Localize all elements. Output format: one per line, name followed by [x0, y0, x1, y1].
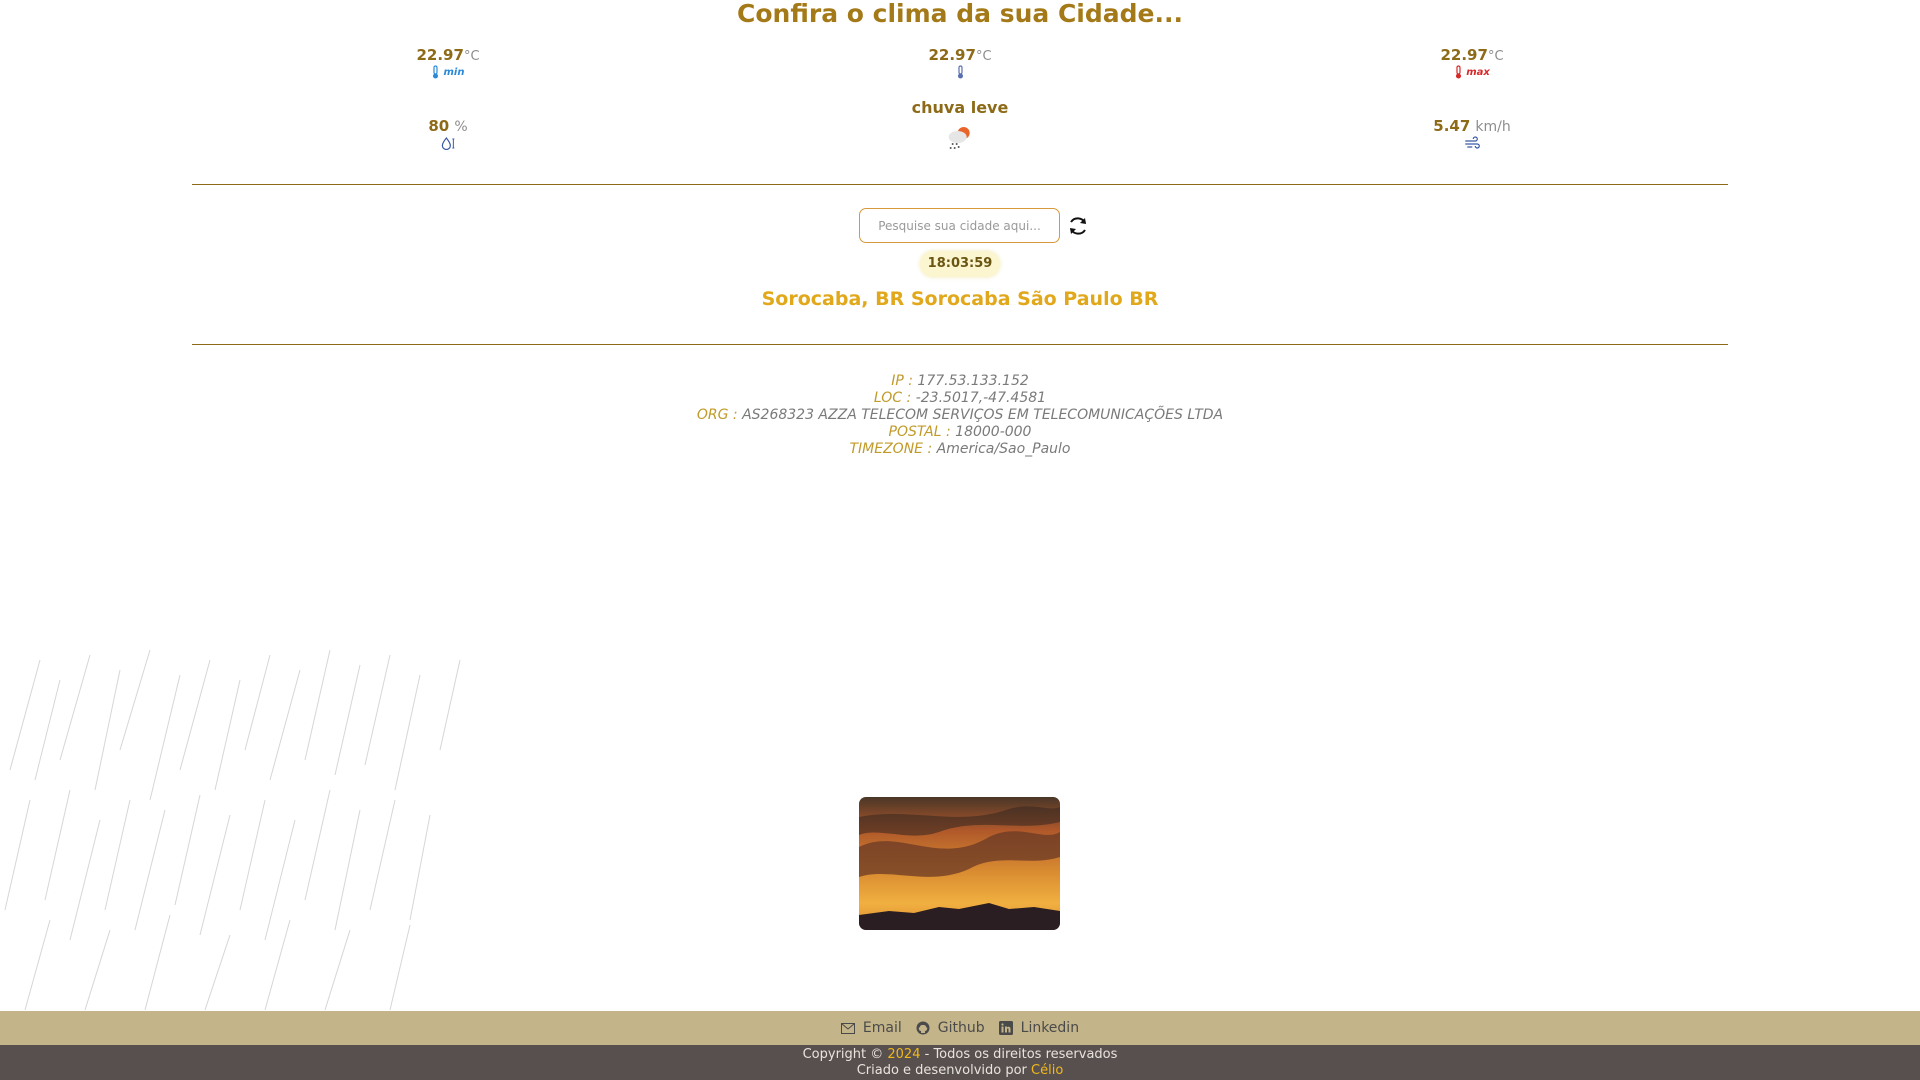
thermometer-icon: [433, 65, 439, 79]
copyright-year: 2024: [887, 1047, 921, 1062]
search-bar: [859, 208, 1092, 243]
linkedin-label: Linkedin: [1020, 1020, 1080, 1036]
wind-unit: km/h: [1475, 119, 1511, 135]
humidity-icon: [441, 137, 454, 150]
refresh-button[interactable]: [1064, 212, 1092, 240]
humidity-value: 80: [428, 117, 450, 135]
footer-links: Email Github Linkedin: [0, 1011, 1920, 1045]
temp-max-block: 22.97°C max: [1440, 45, 1504, 79]
refresh-icon: [1070, 216, 1086, 235]
org-label: ORG :: [696, 407, 738, 423]
divider-bottom: [192, 344, 1728, 345]
ip-label: IP :: [891, 373, 913, 389]
linkedin-link[interactable]: Linkedin: [998, 1020, 1080, 1036]
loc-label: LOC :: [873, 390, 912, 406]
ip-info: IP : 177.53.133.152 LOC : -23.5017,-47.4…: [0, 373, 1920, 458]
temp-current-value: 22.97: [928, 46, 976, 64]
temp-min-unit: °C: [463, 49, 480, 64]
light-rain-icon: [949, 127, 970, 149]
sunset-image: [859, 797, 1060, 930]
temp-max-value: 22.97: [1440, 46, 1488, 64]
temp-min-tag: min: [443, 66, 465, 78]
copyright-suffix: - Todos os direitos reservados: [924, 1047, 1118, 1062]
postal-value: 18000-000: [955, 424, 1032, 440]
copyright-prefix: Copyright ©: [802, 1047, 884, 1062]
credit-prefix: Criado e desenvolvido por: [856, 1063, 1027, 1078]
ip-value: 177.53.133.152: [917, 373, 1029, 389]
temp-current-unit: °C: [975, 49, 992, 64]
timezone-value: America/Sao_Paulo: [936, 441, 1071, 457]
ip-info-row: TIMEZONE : America/Sao_Paulo: [0, 441, 1920, 458]
temp-current-block: 22.97°C: [928, 45, 992, 79]
temp-max-unit: °C: [1487, 49, 1504, 64]
credit-line: Criado e desenvolvido por Célio: [0, 1063, 1920, 1079]
footer-copyright: Copyright © 2024 - Todos os direitos res…: [0, 1045, 1920, 1080]
email-link[interactable]: Email: [840, 1020, 902, 1036]
page-title: Confira o clima da sua Cidade...: [737, 0, 1183, 28]
loc-value: -23.5017,-47.4581: [915, 390, 1047, 406]
org-value: AS268323 AZZA TELECOM SERVIÇOS EM TELECO…: [742, 407, 1224, 423]
rain-background: [4, 650, 461, 1010]
thermometer-icon: [1455, 65, 1461, 79]
ip-info-row: ORG : AS268323 AZZA TELECOM SERVIÇOS EM …: [0, 407, 1920, 424]
temp-min-block: 22.97°C min: [416, 45, 480, 79]
postal-label: POSTAL :: [888, 424, 951, 440]
weather-description: chuva leve: [911, 98, 1009, 117]
search-input[interactable]: [859, 208, 1060, 243]
divider-top: [192, 184, 1728, 185]
location-label: Sorocaba, BR Sorocaba São Paulo BR: [761, 288, 1159, 310]
ip-info-row: POSTAL : 18000-000: [0, 424, 1920, 441]
humidity-block: 80 %: [428, 116, 468, 150]
weather-description-block: chuva leve: [911, 98, 1009, 157]
sky-photo: [859, 797, 1060, 930]
ip-info-row: LOC : -23.5017,-47.4581: [0, 390, 1920, 407]
github-label: Github: [937, 1020, 985, 1036]
page: Confira o clima da sua Cidade... 22.97°C…: [0, 0, 1920, 1080]
wind-block: 5.47 km/h: [1433, 116, 1511, 150]
email-label: Email: [862, 1020, 902, 1036]
clock-badge: 18:03:59: [920, 251, 1000, 277]
github-icon: [916, 1021, 930, 1035]
thermometer-icon: [957, 65, 963, 79]
copyright-line: Copyright © 2024 - Todos os direitos res…: [0, 1047, 1920, 1063]
temp-min-value: 22.97: [416, 46, 464, 64]
wind-value: 5.47: [1433, 117, 1471, 135]
wind-icon: [1464, 136, 1480, 149]
linkedin-icon: [998, 1021, 1013, 1035]
timezone-label: TIMEZONE :: [849, 441, 933, 457]
temp-max-tag: max: [1466, 66, 1490, 78]
author-link[interactable]: Célio: [1031, 1063, 1063, 1078]
github-link[interactable]: Github: [916, 1020, 985, 1036]
humidity-unit: %: [454, 119, 468, 135]
envelope-icon: [840, 1022, 855, 1034]
ip-info-row: IP : 177.53.133.152: [0, 373, 1920, 390]
